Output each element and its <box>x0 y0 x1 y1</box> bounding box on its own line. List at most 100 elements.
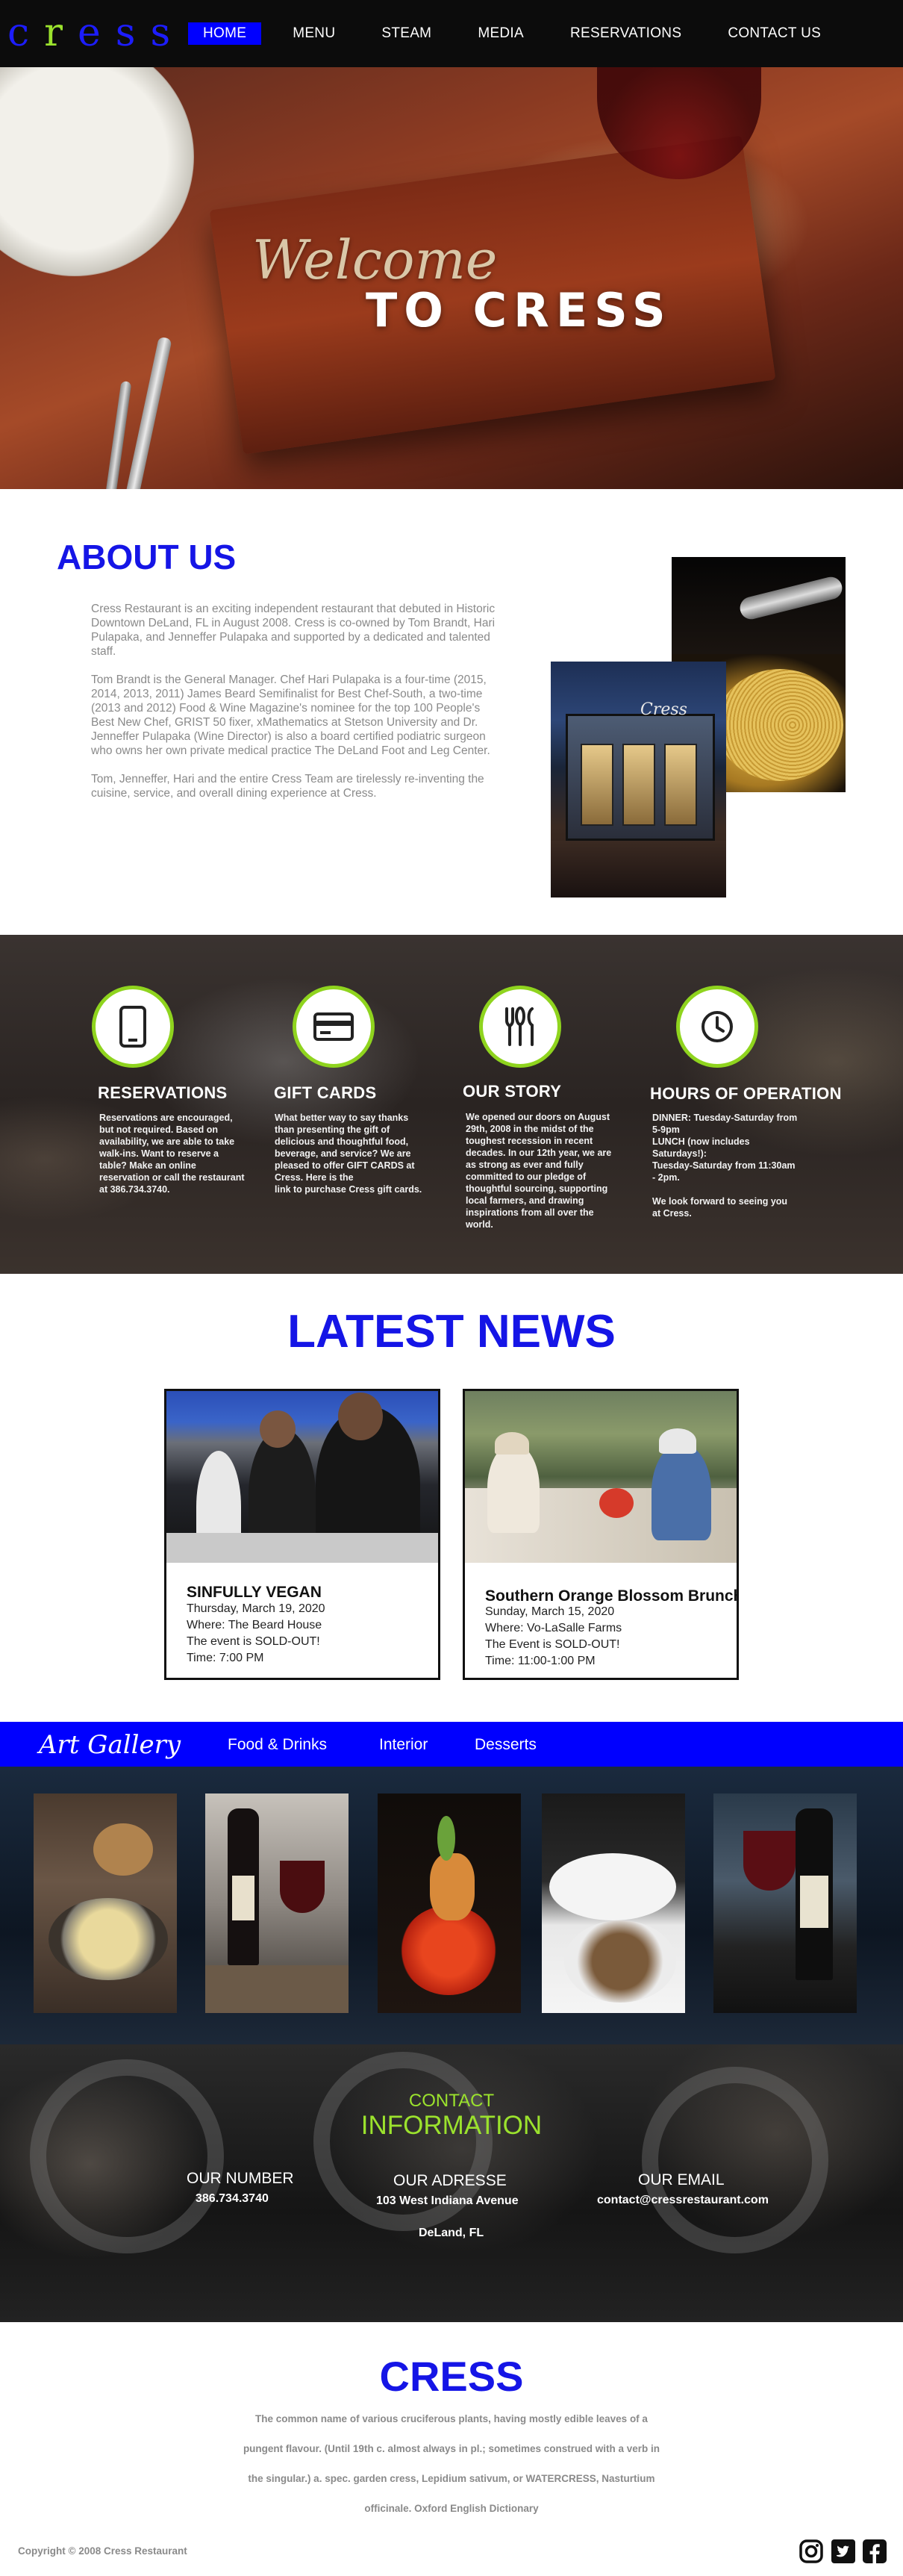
logo-letter-r: r <box>44 10 78 55</box>
photo-ground <box>551 841 726 897</box>
news-event-status: The Event is SOLD-OUT! <box>485 1638 620 1651</box>
address-line2: DeLand, FL <box>419 2227 484 2239</box>
nav-contact-us[interactable]: CONTACT US <box>713 22 836 45</box>
about-paragraph: Tom Brandt is the General Manager. Chef … <box>91 673 490 757</box>
news-card[interactable]: Southern Orange Blossom Brunch Sunday, M… <box>463 1389 739 1680</box>
photo-wine-glass <box>280 1861 325 1913</box>
photo-window <box>664 744 697 826</box>
facebook-icon[interactable] <box>862 2539 887 2564</box>
address-line1: 103 West Indiana Avenue <box>376 2194 519 2207</box>
service-text: What better way to say thanks than prese… <box>275 1113 422 1195</box>
service-title: OUR STORY <box>463 1082 562 1101</box>
service-title: RESERVATIONS <box>98 1083 228 1102</box>
news-event-date: Sunday, March 15, 2020 <box>485 1605 615 1618</box>
nav-steam[interactable]: STEAM <box>366 22 446 45</box>
photo-chef-head <box>260 1410 296 1448</box>
twitter-icon[interactable] <box>831 2539 856 2564</box>
news-event-status: The event is SOLD-OUT! <box>187 1635 320 1648</box>
photo-pasta-plate <box>49 1898 168 1980</box>
news-photo-vegan <box>166 1391 438 1563</box>
hero-subtitle: TO CRESS <box>366 283 672 337</box>
storefront-sign: Cress <box>640 700 687 719</box>
about-paragraph: Tom, Jenneffer, Hari and the entire Cres… <box>91 773 484 800</box>
definition-line: pungent flavour. (Until 19th c. almost a… <box>243 2443 660 2454</box>
photo-bottle-label <box>232 1876 254 1920</box>
nav-reservations[interactable]: RESERVATIONS <box>555 22 696 45</box>
news-event-where: Where: Vo-LaSalle Farms <box>485 1622 622 1634</box>
services-section: RESERVATIONS Reservations are encouraged… <box>0 935 903 1274</box>
instagram-icon[interactable] <box>799 2539 824 2564</box>
photo-bread <box>93 1823 153 1876</box>
photo-flowers <box>599 1488 634 1518</box>
logo-letters-ess: ess <box>77 10 186 55</box>
main-menu: HOME MENU STEAM MEDIA RESERVATIONS CONTA… <box>188 22 852 45</box>
nav-media[interactable]: MEDIA <box>463 22 539 45</box>
gallery-image[interactable] <box>713 1793 857 2013</box>
hero-knife <box>102 380 132 489</box>
credit-card-icon <box>293 986 375 1068</box>
gallery-link-food-drinks[interactable]: Food & Drinks <box>228 1735 327 1755</box>
photo-garnish <box>437 1816 455 1861</box>
hero-welcome: Welcome <box>252 228 498 291</box>
news-event-time: Time: 11:00-1:00 PM <box>485 1655 596 1667</box>
number-label: OUR NUMBER <box>187 2170 294 2187</box>
photo-wine-glass <box>743 1831 796 1891</box>
news-card[interactable]: SINFULLY VEGAN Thursday, March 19, 2020 … <box>164 1389 440 1680</box>
gallery-link-interior[interactable]: Interior <box>379 1735 428 1755</box>
service-text: We opened our doors on August 29th, 2008… <box>466 1112 612 1230</box>
email-label: OUR EMAIL <box>638 2171 725 2188</box>
hero-plate <box>0 67 194 276</box>
contact-heading-large: INFORMATION <box>360 2111 543 2140</box>
gallery-image[interactable] <box>205 1793 349 2013</box>
photo-dessert <box>430 1853 475 1920</box>
gallery-link-desserts[interactable]: Desserts <box>475 1735 537 1755</box>
gallery-bar: Art Gallery Food & Drinks Interior Desse… <box>0 1722 903 1767</box>
phone-number[interactable]: 386.734.3740 <box>196 2191 269 2206</box>
gallery-grid <box>0 1767 903 2044</box>
hero-fork <box>125 336 172 489</box>
photo-pasta <box>716 669 843 781</box>
service-title: GIFT CARDS <box>274 1083 377 1102</box>
definition-text: The common name of various cruciferous p… <box>228 2404 675 2524</box>
gallery-image[interactable] <box>542 1793 685 2013</box>
photo-table <box>205 1965 349 2013</box>
photo-guest <box>652 1443 711 1540</box>
photo-plate <box>564 1920 676 2003</box>
news-event-time: Time: 7:00 PM <box>187 1652 264 1664</box>
news-title: LATEST NEWS <box>287 1306 616 1357</box>
hero-banner: Welcome TO CRESS <box>0 67 903 489</box>
about-paragraph: Cress Restaurant is an exciting independ… <box>91 603 496 658</box>
contact-heading-small: CONTACT <box>408 2091 495 2111</box>
photo-hat <box>495 1432 529 1455</box>
email-address[interactable]: contact@cressrestaurant.com <box>597 2193 769 2208</box>
background-letter-shape <box>30 2059 224 2253</box>
photo-hat <box>659 1428 696 1454</box>
nav-home[interactable]: HOME <box>188 22 262 45</box>
photo-counter <box>166 1533 438 1563</box>
copyright: Copyright © 2008 Cress Restaurant <box>18 2545 187 2557</box>
contact-section: CONTACT INFORMATION OUR NUMBER 386.734.3… <box>0 2044 903 2322</box>
news-event-title: SINFULLY VEGAN <box>187 1584 322 1601</box>
cutlery-icon <box>479 986 561 1068</box>
about-text: Cress Restaurant is an exciting independ… <box>91 602 498 815</box>
news-event-title: Southern Orange Blossom Brunch <box>485 1587 739 1605</box>
footer-title: CRESS <box>379 2353 524 2400</box>
photo-window <box>622 744 655 826</box>
definition-line: officinale. Oxford English Dictionary <box>364 2503 539 2514</box>
photo-chef-head <box>338 1393 383 1440</box>
about-storefront-photo: Cress <box>551 662 726 897</box>
photo-bottle-label <box>800 1876 828 1928</box>
address-label: OUR ADRESSE <box>393 2172 507 2189</box>
service-text: DINNER: Tuesday-Saturday from 5-9pm LUNC… <box>652 1113 798 1219</box>
news-event-where: Where: The Beard House <box>187 1619 322 1631</box>
gallery-image[interactable] <box>378 1793 521 2013</box>
definition-line: The common name of various cruciferous p… <box>255 2413 648 2424</box>
news-photo-brunch <box>465 1391 737 1563</box>
logo[interactable]: cress <box>7 10 185 55</box>
nav-menu[interactable]: MENU <box>278 22 350 45</box>
service-text: Reservations are encouraged, but not req… <box>99 1113 245 1195</box>
clock-icon <box>676 986 758 1068</box>
about-title: ABOUT US <box>57 538 237 576</box>
gallery-title: Art Gallery <box>39 1730 181 1760</box>
gallery-image[interactable] <box>34 1793 177 2013</box>
